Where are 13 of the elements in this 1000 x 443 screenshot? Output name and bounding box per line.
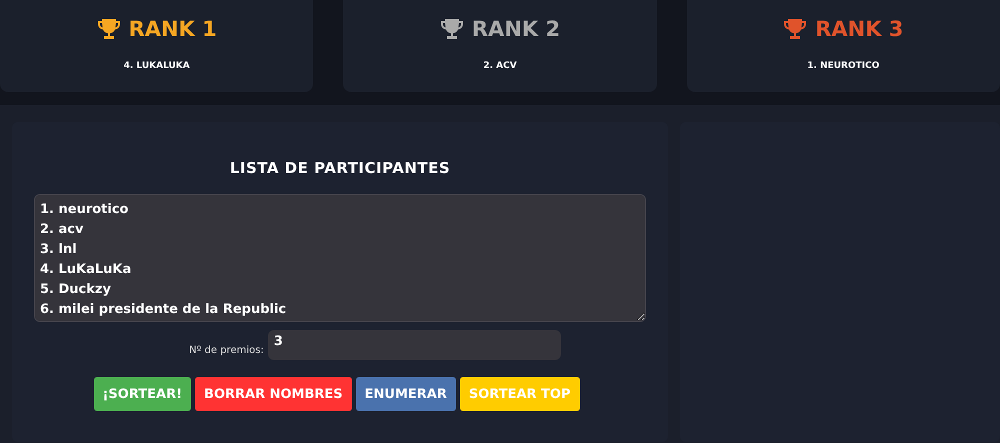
winner-name: 2. ACV [483,61,517,71]
prizes-input[interactable]: 3 [268,330,561,360]
action-button[interactable]: ENUMERAR [356,377,456,411]
action-button[interactable]: ¡SORTEAR! [94,377,192,411]
prizes-label: Nº de premios: [189,344,264,356]
participants-textarea[interactable]: 1. neurotico 2. acv 3. lnl 4. LuKaLuKa 5. Duckzy 6. milei presidente de la Republic [34,194,646,322]
action-button[interactable]: BORRAR NOMBRES [195,377,352,411]
winner-name: 4. LUKALUKA [124,61,190,71]
rank-title: RANK 1 [128,17,217,41]
winner-name: 1. NEUROTICO [807,61,880,71]
rank-title: RANK 2 [472,17,560,41]
rank-title: RANK 3 [815,17,904,41]
panel-title: LISTA DE PARTICIPANTES [230,159,450,177]
